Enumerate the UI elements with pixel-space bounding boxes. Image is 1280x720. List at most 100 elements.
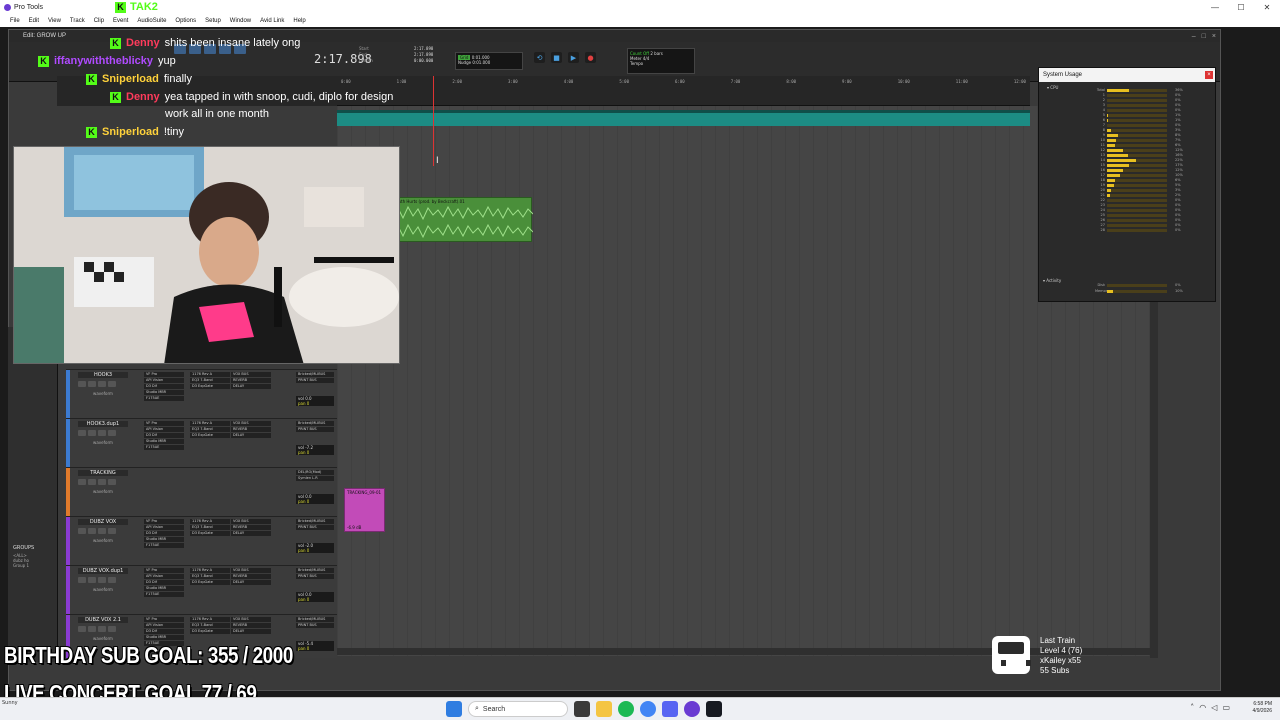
maximize-icon[interactable]: ☐ <box>1228 0 1254 15</box>
solo-button[interactable] <box>98 479 106 485</box>
insert-slot[interactable]: VF Pro <box>144 568 184 573</box>
minimize-icon[interactable]: — <box>1202 0 1228 15</box>
send-slot[interactable]: REVERB <box>231 574 271 579</box>
track-header[interactable]: TRACKING waveform DEL/RO(Mod) Symlen L.R vol… <box>66 467 337 516</box>
wifi-icon[interactable]: ◠ <box>1199 703 1206 712</box>
pan-value[interactable]: pan 0 <box>298 450 334 455</box>
insert-slot[interactable]: VF Pro <box>144 421 184 426</box>
insert-slot[interactable]: D3 ExpGate <box>190 433 230 438</box>
menu-item[interactable]: Edit <box>29 18 39 24</box>
track-view-selector[interactable]: waveform <box>78 587 128 592</box>
send-slot[interactable]: DELAY <box>231 629 271 634</box>
rec-enable-button[interactable] <box>78 430 86 436</box>
input-monitor-button[interactable] <box>88 577 96 583</box>
io-selector[interactable]: Bricked/MLIBUS <box>296 568 334 573</box>
task-view-icon[interactable] <box>574 701 590 717</box>
menu-item[interactable]: Event <box>113 18 128 24</box>
loop-icon[interactable]: ⟲ <box>534 52 545 63</box>
stop-icon[interactable]: ■ <box>551 52 562 63</box>
spotify-icon[interactable] <box>618 701 634 717</box>
insert-slot[interactable]: API Vision <box>144 378 184 383</box>
input-monitor-button[interactable] <box>88 528 96 534</box>
insert-slot[interactable]: D3 Dif <box>144 433 184 438</box>
track-name[interactable]: DUBZ VOX 2.1 <box>78 617 128 623</box>
io-selector[interactable]: PRINT BUS <box>296 378 334 383</box>
track-view-selector[interactable]: waveform <box>78 391 128 396</box>
send-slot[interactable]: VOX BUS <box>231 372 271 377</box>
rec-enable-button[interactable] <box>78 479 86 485</box>
io-selector[interactable]: Bricked/MLIBUS <box>296 421 334 426</box>
io-selector[interactable]: Bricked/MLIBUS <box>296 372 334 377</box>
insert-slot[interactable]: EQ3 7-Band <box>190 574 230 579</box>
track-name[interactable]: TRACKING <box>78 470 128 476</box>
send-slot[interactable]: DELAY <box>231 384 271 389</box>
rec-enable-button[interactable] <box>78 626 86 632</box>
nudge-value[interactable]: 0:01.000 <box>472 60 490 65</box>
solo-button[interactable] <box>98 528 106 534</box>
mute-button[interactable] <box>108 577 116 583</box>
groups-header[interactable]: GROUPS <box>13 545 34 551</box>
track-view-selector[interactable]: waveform <box>78 538 128 543</box>
mute-button[interactable] <box>108 479 116 485</box>
track-header[interactable]: DUBZ VOX waveform VF Pro API Vision D3 Dif St… <box>66 516 337 565</box>
volume-icon[interactable]: ◁ <box>1211 703 1217 712</box>
group-item[interactable]: Group 1 <box>13 563 29 568</box>
send-slot[interactable]: DELAY <box>231 580 271 585</box>
close-icon[interactable]: ✕ <box>1254 0 1280 15</box>
send-slot[interactable]: REVERB <box>231 623 271 628</box>
send-slot[interactable]: DELAY <box>231 433 271 438</box>
insert-slot[interactable]: D3 Dif <box>144 531 184 536</box>
insert-slot[interactable]: D3 ExpGate <box>190 580 230 585</box>
send-slot[interactable]: VOX BUS <box>231 617 271 622</box>
insert-slot[interactable]: API Vision <box>144 574 184 579</box>
tracks-canvas[interactable] <box>337 106 1153 656</box>
input-monitor-button[interactable] <box>88 479 96 485</box>
menu-item[interactable]: Help <box>293 18 305 24</box>
rec-enable-button[interactable] <box>78 528 86 534</box>
insert-slot[interactable]: 1176 Rev A <box>190 372 230 377</box>
menu-item[interactable]: Window <box>230 18 251 24</box>
track-name[interactable]: HOOK3 <box>78 372 128 378</box>
clock[interactable]: 6:58 PM 4/9/2026 <box>1253 701 1272 715</box>
input-monitor-button[interactable] <box>88 626 96 632</box>
mute-button[interactable] <box>108 381 116 387</box>
insert-slot[interactable]: API Vision <box>144 623 184 628</box>
insert-slot[interactable]: VF Pro <box>144 372 184 377</box>
insert-slot[interactable]: D3 Dif <box>144 629 184 634</box>
battery-icon[interactable]: ▭ <box>1222 703 1230 712</box>
rec-enable-button[interactable] <box>78 381 86 387</box>
insert-slot[interactable]: EQ3 7-Band <box>190 623 230 628</box>
solo-button[interactable] <box>98 626 106 632</box>
insert-slot[interactable]: 1176 Rev A <box>190 421 230 426</box>
insert-slot[interactable]: D3 Dif <box>144 384 184 389</box>
record-icon[interactable]: ● <box>585 52 596 63</box>
search-box[interactable]: ⌕ Search <box>468 701 568 717</box>
teal-track-bar[interactable] <box>337 113 1030 126</box>
insert-slot[interactable]: EQ3 7-Band <box>190 378 230 383</box>
io-selector[interactable]: Symlen L.R <box>296 476 334 481</box>
insert-slot[interactable]: D3 ExpGate <box>190 629 230 634</box>
solo-button[interactable] <box>98 381 106 387</box>
track-name[interactable]: HOOK3.dup1 <box>78 421 128 427</box>
insert-slot[interactable]: EQ3 7-Band <box>190 525 230 530</box>
io-selector[interactable]: Bricked/MLIBUS <box>296 519 334 524</box>
menu-item[interactable]: View <box>48 18 61 24</box>
rec-enable-button[interactable] <box>78 577 86 583</box>
track-view-selector[interactable]: waveform <box>78 636 128 641</box>
steam-icon[interactable] <box>706 701 722 717</box>
insert-slot[interactable]: API Vision <box>144 525 184 530</box>
audio-clip[interactable]: Truth Hurts (prod. by Beckcraft).01 <box>392 197 533 242</box>
track-header[interactable]: DUBZ VOX.dup1 waveform VF Pro API Vision D3 … <box>66 565 337 614</box>
insert-slot[interactable]: Studio MBR <box>144 390 184 395</box>
io-selector[interactable]: PRINT BUS <box>296 427 334 432</box>
menu-item[interactable]: Options <box>175 18 196 24</box>
menu-item[interactable]: Track <box>70 18 85 24</box>
mute-button[interactable] <box>108 430 116 436</box>
track-view-selector[interactable]: waveform <box>78 489 128 494</box>
pan-value[interactable]: pan 0 <box>298 401 334 406</box>
insert-slot[interactable]: F175AE <box>144 592 184 597</box>
menu-item[interactable]: Clip <box>94 18 104 24</box>
mute-button[interactable] <box>108 626 116 632</box>
chrome-icon[interactable] <box>640 701 656 717</box>
insert-slot[interactable]: 1176 Rev A <box>190 568 230 573</box>
